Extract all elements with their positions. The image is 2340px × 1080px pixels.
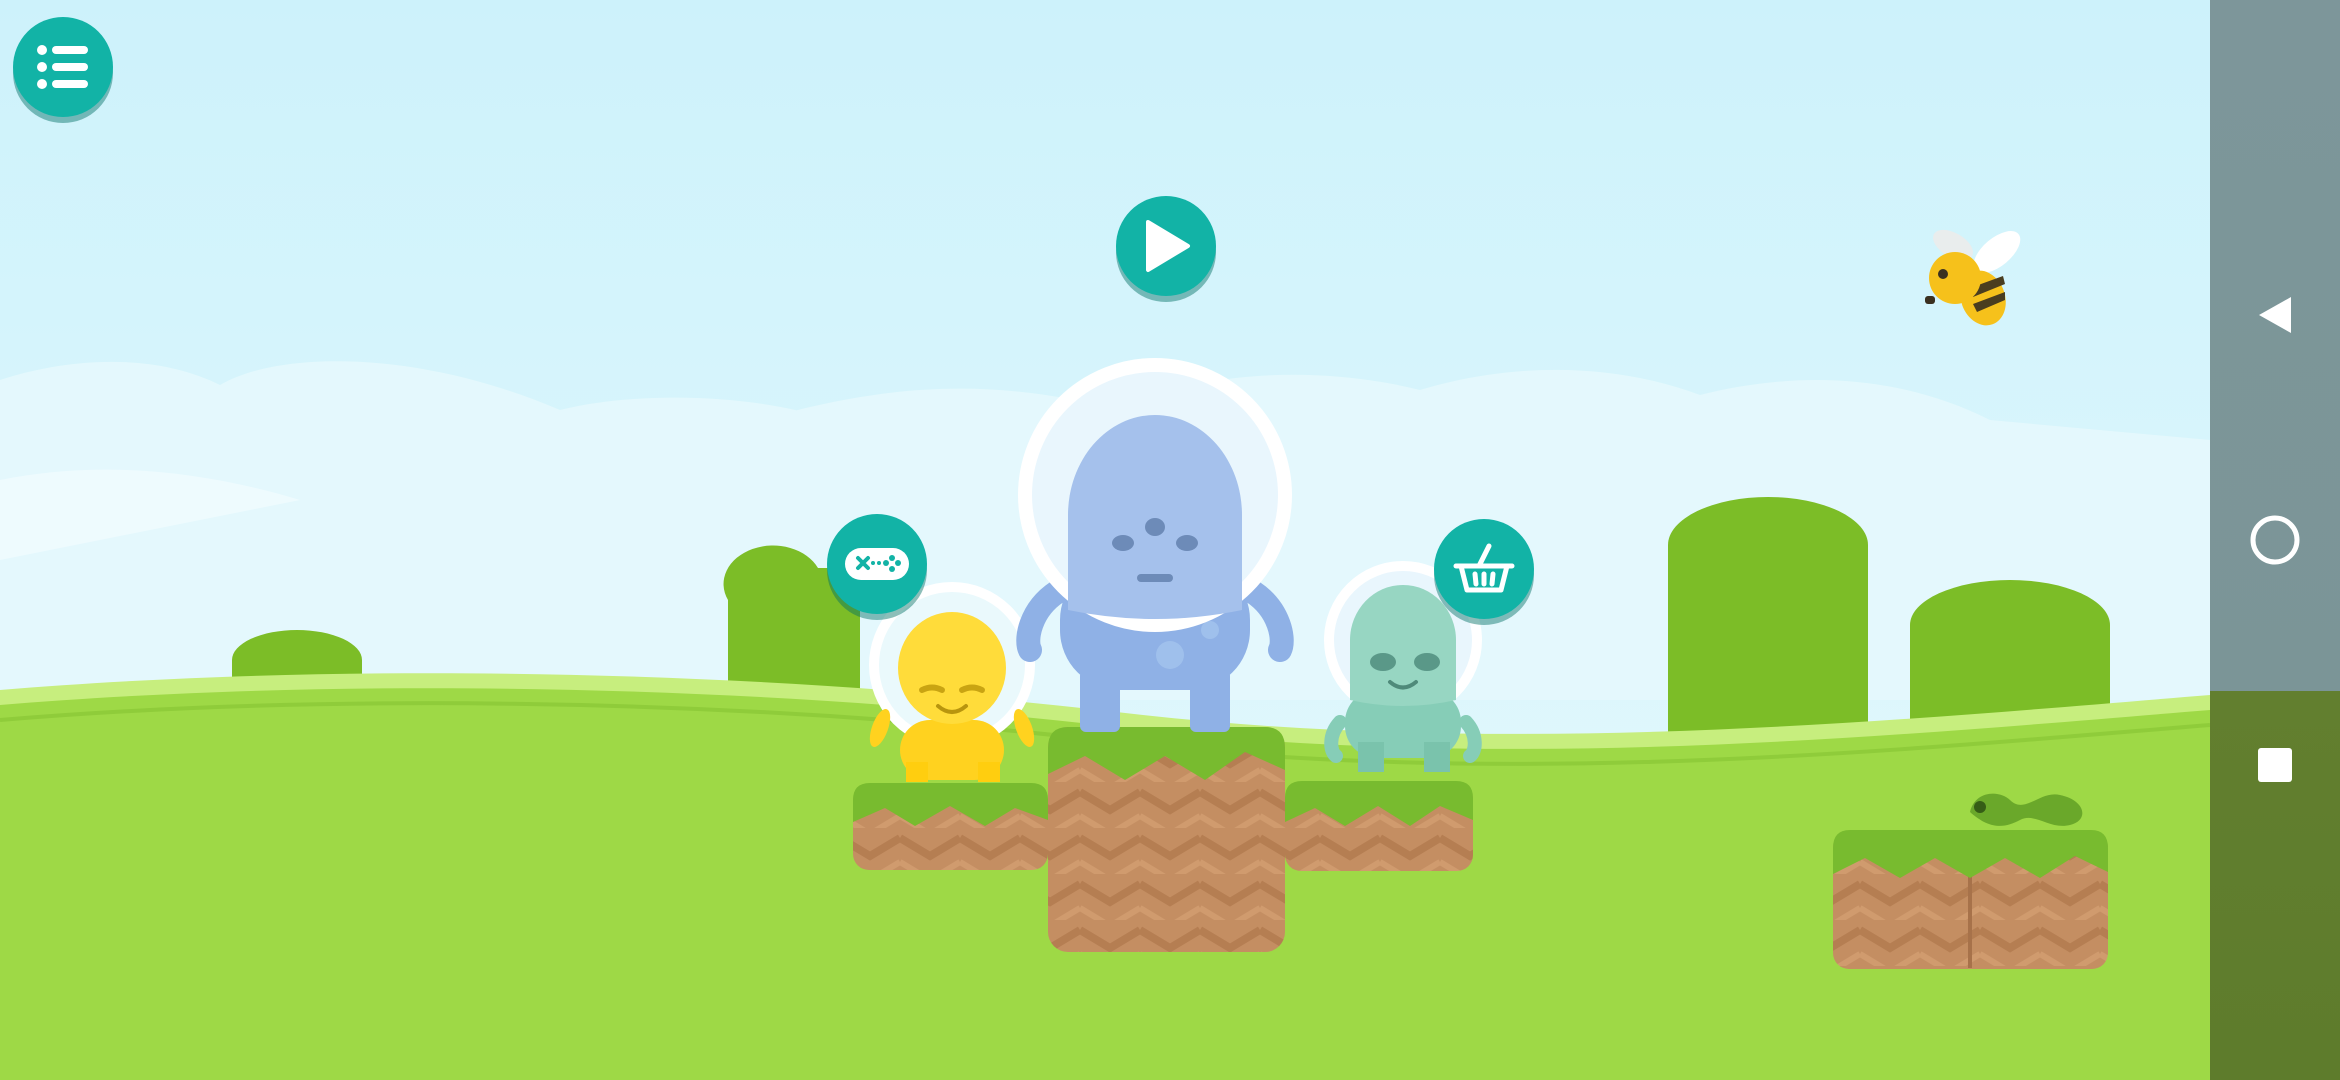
background [0,0,2210,1080]
platform-far-right [1833,830,2108,969]
game-scene: list-icon play-icon gamepad-icon basket-… [0,0,2210,1080]
basket-icon [1453,543,1515,593]
recents-square-icon [2258,748,2292,782]
gamepad-icon [845,548,909,580]
play-button[interactable]: play-icon [1116,196,1216,296]
list-icon [37,45,88,89]
platform-center [1048,727,1285,952]
back-button[interactable]: back-triangle-icon [2210,260,2340,370]
games-button[interactable]: gamepad-icon [827,514,927,614]
shop-button[interactable]: basket-icon [1434,519,1534,619]
back-triangle-icon [2259,297,2291,333]
system-nav-bar: back-triangle-icon home-circle-icon rece… [2210,0,2340,1080]
menu-button[interactable]: list-icon [13,17,113,117]
platform-left [853,783,1048,870]
recents-button[interactable]: recents-square-icon [2210,710,2340,820]
home-circle-icon [2250,515,2300,565]
play-icon [1146,220,1190,272]
platform-right [1285,781,1473,871]
home-button[interactable]: home-circle-icon [2210,485,2340,595]
